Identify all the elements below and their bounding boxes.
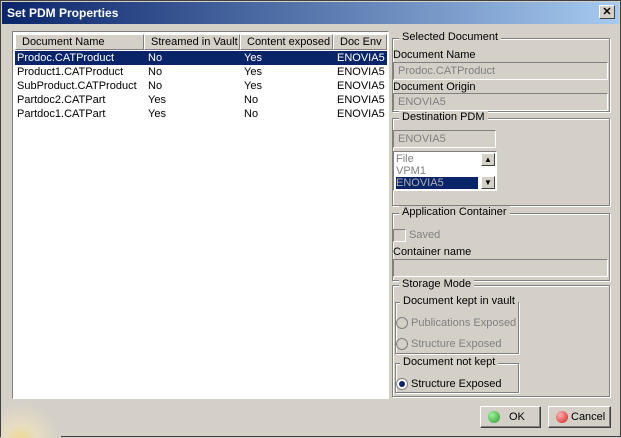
cell-content-exposed: No <box>244 108 259 120</box>
column-header-content-exposed[interactable]: Content exposed <box>240 34 333 50</box>
scroll-up-icon[interactable]: ▲ <box>481 153 495 166</box>
destination-pdm-field: ENOVIA5 <box>393 130 496 148</box>
cell-streamed: Yes <box>148 108 166 120</box>
window-title: Set PDM Properties <box>7 6 119 20</box>
table-row[interactable]: Partdoc1.CATPart Yes No ENOVIA5 <box>15 107 387 121</box>
container-name-field[interactable] <box>393 259 608 277</box>
cell-content-exposed: No <box>244 94 259 106</box>
cell-doc-env: ENOVIA5 <box>337 66 385 78</box>
cell-streamed: No <box>148 80 163 92</box>
title-bar[interactable]: Set PDM Properties ✕ <box>2 2 619 24</box>
saved-checkbox[interactable] <box>393 229 406 242</box>
container-name-label: Container name <box>393 246 472 258</box>
list-item[interactable]: File <box>396 153 478 165</box>
cell-document-name: Partdoc1.CATPart <box>17 108 106 120</box>
not-kept-structure-exposed-radio[interactable] <box>396 378 408 390</box>
ok-icon <box>488 411 500 423</box>
background-glow <box>1 401 61 438</box>
table-row[interactable]: Prodoc.CATProduct No Yes ENOVIA5 <box>14 50 388 66</box>
cell-content-exposed: Yes <box>244 52 262 64</box>
cell-doc-env: ENOVIA5 <box>337 80 385 92</box>
publications-exposed-label: Publications Exposed <box>411 317 517 329</box>
document-kept-in-vault-legend: Document kept in vault <box>400 295 518 307</box>
close-icon: ✕ <box>602 6 612 18</box>
destination-pdm-listbox[interactable]: File VPM1 ENOVIA5 ▲ ▼ <box>393 151 497 191</box>
cancel-label: Cancel <box>571 411 606 423</box>
cell-streamed: No <box>148 52 163 64</box>
cancel-icon <box>556 411 568 423</box>
document-name-label: Document Name <box>393 49 476 61</box>
cell-document-name: SubProduct.CATProduct <box>17 80 137 92</box>
cell-document-name: Partdoc2.CATPart <box>17 94 106 106</box>
list-item[interactable]: VPM1 <box>396 165 478 177</box>
table-row[interactable]: Partdoc2.CATPart Yes No ENOVIA5 <box>15 93 387 107</box>
cancel-button[interactable]: Cancel <box>548 406 611 428</box>
cell-streamed: Yes <box>148 94 166 106</box>
cell-doc-env: ENOVIA5 <box>337 94 385 106</box>
table-row[interactable]: Product1.CATProduct No Yes ENOVIA5 <box>15 65 387 79</box>
storage-mode-legend: Storage Mode <box>399 278 475 290</box>
document-origin-label: Document Origin <box>393 81 476 93</box>
application-container-legend: Application Container <box>399 206 510 218</box>
list-item[interactable]: ENOVIA5 <box>396 177 478 189</box>
cell-streamed: No <box>148 66 163 78</box>
column-header-streamed-in-vault[interactable]: Streamed in Vault <box>144 34 240 50</box>
scroll-down-icon[interactable]: ▼ <box>481 176 495 189</box>
table-row[interactable]: SubProduct.CATProduct No Yes ENOVIA5 <box>15 79 387 93</box>
cell-content-exposed: Yes <box>244 66 262 78</box>
document-origin-field: ENOVIA5 <box>393 93 608 111</box>
structure-exposed-label: Structure Exposed <box>411 338 502 350</box>
saved-label: Saved <box>409 229 441 241</box>
document-name-field: Prodoc.CATProduct <box>393 62 608 80</box>
not-kept-structure-exposed-label: Structure Exposed <box>411 378 502 390</box>
document-not-kept-legend: Document not kept <box>400 356 499 368</box>
publications-exposed-radio[interactable] <box>396 317 408 329</box>
cell-doc-env: ENOVIA5 <box>337 52 385 64</box>
ok-label: OK <box>509 411 525 423</box>
close-button[interactable]: ✕ <box>599 5 615 19</box>
selected-document-legend: Selected Document <box>399 31 501 43</box>
cell-document-name: Product1.CATProduct <box>17 66 124 78</box>
cell-doc-env: ENOVIA5 <box>337 108 385 120</box>
ok-button[interactable]: OK <box>480 406 541 428</box>
structure-exposed-radio[interactable] <box>396 338 408 350</box>
destination-pdm-legend: Destination PDM <box>399 111 488 123</box>
column-header-doc-env[interactable]: Doc Env <box>333 34 387 50</box>
cell-document-name: Prodoc.CATProduct <box>17 52 115 64</box>
document-table: Document Name Streamed in Vault Content … <box>12 31 389 399</box>
cell-content-exposed: Yes <box>244 80 262 92</box>
set-pdm-properties-dialog: Set PDM Properties ✕ Document Name Strea… <box>0 0 621 438</box>
column-header-document-name[interactable]: Document Name <box>15 34 144 50</box>
